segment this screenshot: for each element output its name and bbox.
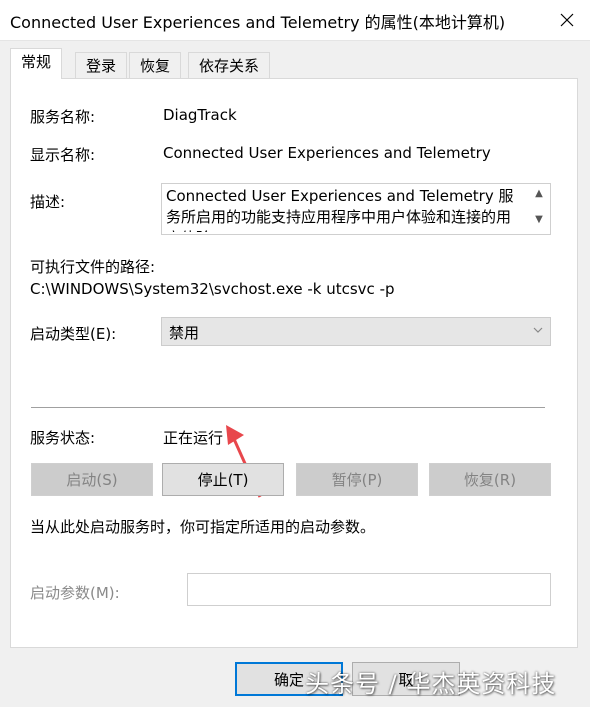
description-box[interactable]: Connected User Experiences and Telemetry… [161, 183, 551, 235]
divider [31, 407, 545, 408]
exe-path-value: C:\WINDOWS\System32\svchost.exe -k utcsv… [30, 280, 395, 298]
tab-dependencies[interactable]: 依存关系 [188, 52, 271, 78]
scroll-down-icon[interactable]: ▼ [532, 214, 546, 225]
display-name-value: Connected User Experiences and Telemetry [163, 144, 491, 162]
title-bar: Connected User Experiences and Telemetry… [0, 0, 590, 41]
service-name-value: DiagTrack [163, 106, 237, 124]
start-params-hint: 当从此处启动服务时，你可指定所适用的启动参数。 [30, 518, 376, 536]
service-name-label: 服务名称: [30, 108, 96, 126]
startup-type-label: 启动类型(E): [30, 325, 117, 343]
start-params-label: 启动参数(M): [30, 584, 120, 602]
close-icon [560, 13, 574, 27]
resume-button[interactable]: 恢复(R) [429, 463, 551, 496]
chevron-down-icon [533, 327, 543, 333]
status-label: 服务状态: [30, 429, 96, 447]
exe-path-label: 可执行文件的路径: [30, 258, 156, 276]
stop-button[interactable]: 停止(T) [162, 463, 284, 496]
description-label: 描述: [30, 193, 66, 211]
window-title: Connected User Experiences and Telemetry… [10, 13, 506, 32]
tab-strip: 常规 登录 恢复 依存关系 [10, 48, 580, 79]
start-button[interactable]: 启动(S) [31, 463, 153, 496]
display-name-label: 显示名称: [30, 146, 96, 164]
startup-type-select[interactable]: 禁用 [161, 317, 551, 346]
tab-recovery[interactable]: 恢复 [129, 52, 182, 78]
start-params-input[interactable] [187, 573, 551, 606]
pause-button[interactable]: 暂停(P) [296, 463, 418, 496]
general-panel: 服务名称: DiagTrack 显示名称: Connected User Exp… [10, 78, 578, 648]
description-text: Connected User Experiences and Telemetry… [166, 187, 514, 232]
status-value: 正在运行 [163, 429, 224, 447]
close-button[interactable] [544, 0, 590, 40]
startup-type-value: 禁用 [169, 324, 200, 342]
tab-logon[interactable]: 登录 [75, 52, 128, 78]
scroll-up-icon[interactable]: ▲ [532, 188, 546, 199]
tab-general[interactable]: 常规 [10, 48, 63, 79]
watermark: 头条号 / 华杰英资科技 [305, 670, 557, 698]
